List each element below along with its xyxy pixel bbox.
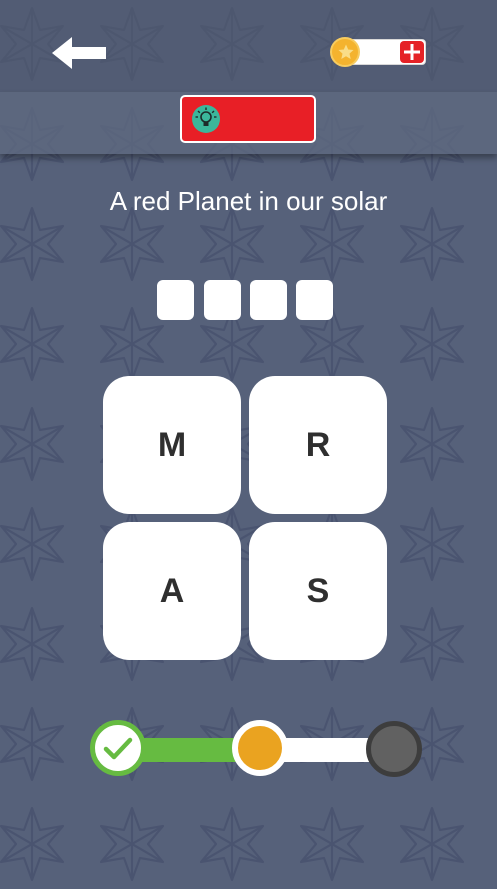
back-button[interactable] <box>50 34 110 72</box>
answer-slot[interactable] <box>250 280 287 320</box>
hint-button[interactable] <box>180 95 316 143</box>
stage-completed <box>90 720 146 776</box>
stage-current <box>232 720 288 776</box>
hint-bar <box>0 92 497 154</box>
stage-locked <box>366 721 422 777</box>
letter-tile[interactable]: A <box>103 522 241 660</box>
add-coins-button[interactable] <box>400 41 424 63</box>
answer-slot[interactable] <box>296 280 333 320</box>
star-coin-icon <box>330 37 360 67</box>
answer-slot[interactable] <box>204 280 241 320</box>
checkmark-icon <box>103 737 133 760</box>
letter-tile[interactable]: R <box>249 376 387 514</box>
lightbulb-icon <box>192 105 220 133</box>
answer-slot[interactable] <box>157 280 194 320</box>
plus-icon <box>404 44 420 60</box>
star-icon <box>338 44 354 59</box>
level-progress <box>90 720 426 780</box>
letter-tile[interactable]: M <box>103 376 241 514</box>
letter-tile[interactable]: S <box>249 522 387 660</box>
coin-balance <box>330 37 428 67</box>
answer-slots <box>157 280 337 320</box>
question-text: A red Planet in our solar <box>109 186 388 216</box>
top-bar <box>0 0 497 92</box>
arrow-left-icon <box>52 37 106 69</box>
